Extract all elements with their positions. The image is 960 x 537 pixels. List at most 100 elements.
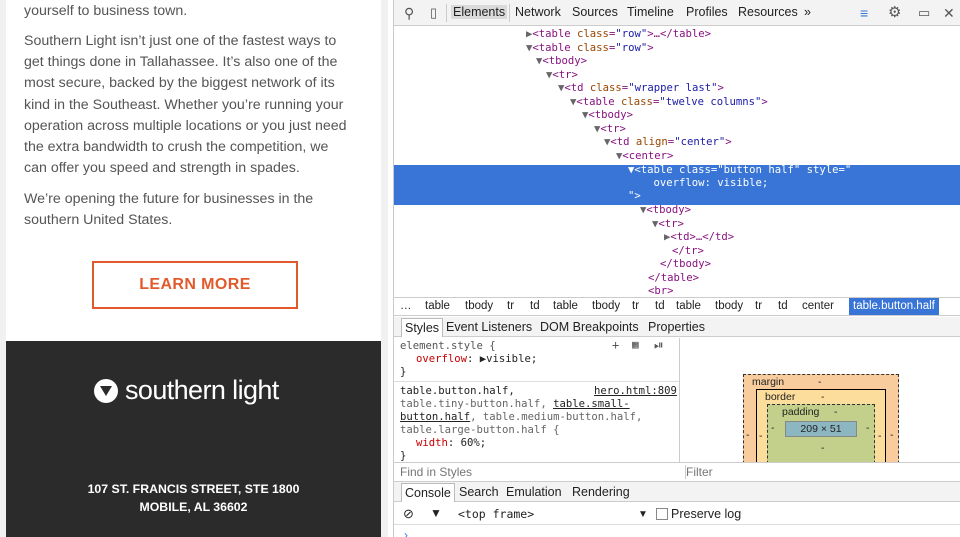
tab-styles[interactable]: Styles — [401, 318, 444, 337]
logo-text: southern light — [125, 375, 279, 405]
close-brace: } — [400, 366, 407, 378]
add-rule-icon[interactable]: + — [612, 338, 619, 352]
css-property: overflow — [416, 353, 468, 365]
breadcrumb-item[interactable]: tr — [507, 300, 514, 312]
console-prompt-icon[interactable]: › — [404, 528, 408, 537]
gear-icon[interactable]: ⚙ — [888, 3, 901, 21]
element-state-icon[interactable]: ▦ — [632, 338, 639, 351]
find-in-styles-input[interactable] — [400, 465, 670, 479]
text-line: get things done in Tallahassee. It’s als… — [24, 54, 338, 71]
dom-line[interactable]: ▼<td align="center"> — [604, 136, 732, 150]
breadcrumb-item[interactable]: tr — [632, 300, 639, 312]
dom-attr-name: class — [577, 28, 609, 40]
dom-line[interactable]: ▼<center> — [616, 150, 673, 164]
dom-attr-name: class — [577, 41, 609, 54]
breadcrumb-item[interactable]: tr — [755, 300, 762, 312]
tab-event-listeners[interactable]: Event Listeners — [446, 320, 532, 334]
search-icon[interactable]: ⚲ — [404, 5, 414, 22]
styles-pane: element.style { + ▦ ⏯ overflow: ▶visible… — [394, 338, 680, 462]
tab-resources[interactable]: Resources — [738, 5, 798, 19]
dom-selected-node[interactable]: ▼<table class="button half" style=" over… — [394, 164, 960, 205]
dom-line[interactable]: ▼<tr> — [652, 218, 684, 232]
dom-line[interactable]: ▶<td>…</td> — [664, 231, 734, 245]
animation-icon[interactable]: ⏯ — [654, 338, 664, 353]
styles-subtabs: Styles Event Listeners DOM Breakpoints P… — [394, 317, 960, 337]
dom-line[interactable]: ▶<table class="row">…</table> — [526, 28, 711, 42]
tab-search[interactable]: Search — [459, 485, 499, 499]
breadcrumb-item[interactable]: td — [778, 300, 788, 312]
breadcrumb-item[interactable]: td — [655, 300, 665, 312]
frame-selector[interactable]: <top frame> — [458, 507, 534, 521]
dom-tag: <tr> — [552, 68, 578, 81]
tab-network[interactable]: Network — [515, 5, 561, 19]
border-right-value: - — [878, 430, 882, 442]
email-paragraph-closing: We’re opening the future for businesses … — [24, 189, 369, 231]
tab-console[interactable]: Console — [401, 483, 455, 502]
rule-divider — [394, 381, 679, 382]
tab-dom-breakpoints[interactable]: DOM Breakpoints — [540, 320, 639, 334]
element-style-declaration[interactable]: overflow: ▶visible; — [416, 353, 537, 366]
tab-emulation[interactable]: Emulation — [506, 485, 562, 499]
dom-line[interactable]: ▼<tbody> — [582, 109, 633, 123]
box-model-margin[interactable]: margin - - - border - - - padding - - - … — [743, 374, 899, 462]
chevron-down-icon[interactable]: ▼ — [638, 509, 648, 520]
dom-attr-value: "twelve columns" — [659, 95, 762, 108]
breadcrumb-item[interactable]: tbody — [465, 300, 493, 312]
drawer-toggle-icon[interactable]: ≡ — [860, 5, 868, 21]
dom-line[interactable]: ▼<tr> — [594, 123, 626, 137]
tab-sources[interactable]: Sources — [572, 5, 618, 19]
dom-line[interactable]: ▼<table class="row"> — [526, 42, 654, 56]
tab-timeline[interactable]: Timeline — [627, 5, 674, 19]
computed-filter-input[interactable] — [685, 465, 955, 479]
dom-line[interactable]: </tbody> — [660, 258, 711, 272]
dock-icon[interactable]: ▭ — [918, 5, 930, 21]
breadcrumb-item[interactable]: center — [802, 300, 834, 312]
tab-elements[interactable]: Elements — [451, 5, 508, 19]
box-model-content[interactable]: 209 × 51 — [785, 421, 857, 437]
clear-console-icon[interactable]: ⊘ — [403, 506, 414, 522]
dom-line[interactable]: ▼<tbody> — [536, 55, 587, 69]
margin-top-value: - — [818, 376, 822, 388]
dom-tree[interactable]: ▶<table class="row">…</table> ▼<table cla… — [394, 27, 960, 297]
breadcrumb-item[interactable]: td — [530, 300, 540, 312]
breadcrumb-item[interactable]: … — [400, 300, 412, 312]
margin-left-value: - — [746, 429, 750, 441]
dom-line[interactable]: ▼<tr> — [546, 69, 578, 83]
breadcrumb-item[interactable]: tbody — [592, 300, 620, 312]
dom-attr-name: class — [621, 95, 653, 108]
dom-tag: > — [761, 95, 768, 108]
box-model-padding[interactable]: padding - - - - 209 × 51 — [767, 404, 875, 462]
email-preview: yourself to business town. Southern Ligh… — [0, 0, 388, 537]
dom-line[interactable]: ▼<td class="wrapper last"> — [558, 82, 724, 96]
margin-right-value: - — [890, 429, 894, 441]
dom-line[interactable]: </table> — [648, 272, 699, 286]
tab-profiles[interactable]: Profiles — [686, 5, 728, 19]
more-tabs-button[interactable]: » — [804, 5, 811, 19]
dom-line[interactable]: </tr> — [672, 245, 704, 259]
learn-more-button[interactable]: LEARN MORE — [92, 261, 298, 309]
breadcrumb-item[interactable]: table — [676, 300, 701, 312]
box-model-border[interactable]: border - - - padding - - - - 209 × 51 — [756, 389, 886, 462]
tab-properties[interactable]: Properties — [648, 320, 705, 334]
text-line: Southern Light isn’t just one of the fas… — [24, 33, 337, 49]
dom-tag: </tbody> — [660, 258, 712, 270]
close-icon[interactable]: ✕ — [943, 5, 955, 22]
close-brace: } — [400, 450, 407, 462]
breadcrumb-item-selected[interactable]: table.button.half — [849, 298, 939, 315]
preserve-log-checkbox[interactable] — [656, 508, 668, 520]
tab-rendering[interactable]: Rendering — [572, 485, 630, 499]
dom-line[interactable]: ▼<table class="twelve columns"> — [570, 96, 768, 110]
filter-icon[interactable]: ▼ — [430, 506, 442, 520]
devtools-toolbar: ⚲ ▯ Elements Network Sources Timeline Pr… — [394, 0, 960, 26]
border-top-value: - — [821, 391, 825, 403]
rule-declaration[interactable]: width: 60%; — [416, 437, 486, 450]
breadcrumb-item[interactable]: tbody — [715, 300, 743, 312]
dom-line[interactable]: <br> — [648, 285, 674, 297]
device-mode-icon[interactable]: ▯ — [430, 5, 437, 21]
rule-source-link[interactable]: hero.html:809 — [594, 385, 677, 398]
dom-tag: <tbody> — [646, 204, 692, 216]
breadcrumb-item[interactable]: table — [553, 300, 578, 312]
dom-line[interactable]: ▼<tbody> — [640, 204, 691, 218]
breadcrumb-item[interactable]: table — [425, 300, 450, 312]
email-body: yourself to business town. Southern Ligh… — [6, 0, 381, 537]
